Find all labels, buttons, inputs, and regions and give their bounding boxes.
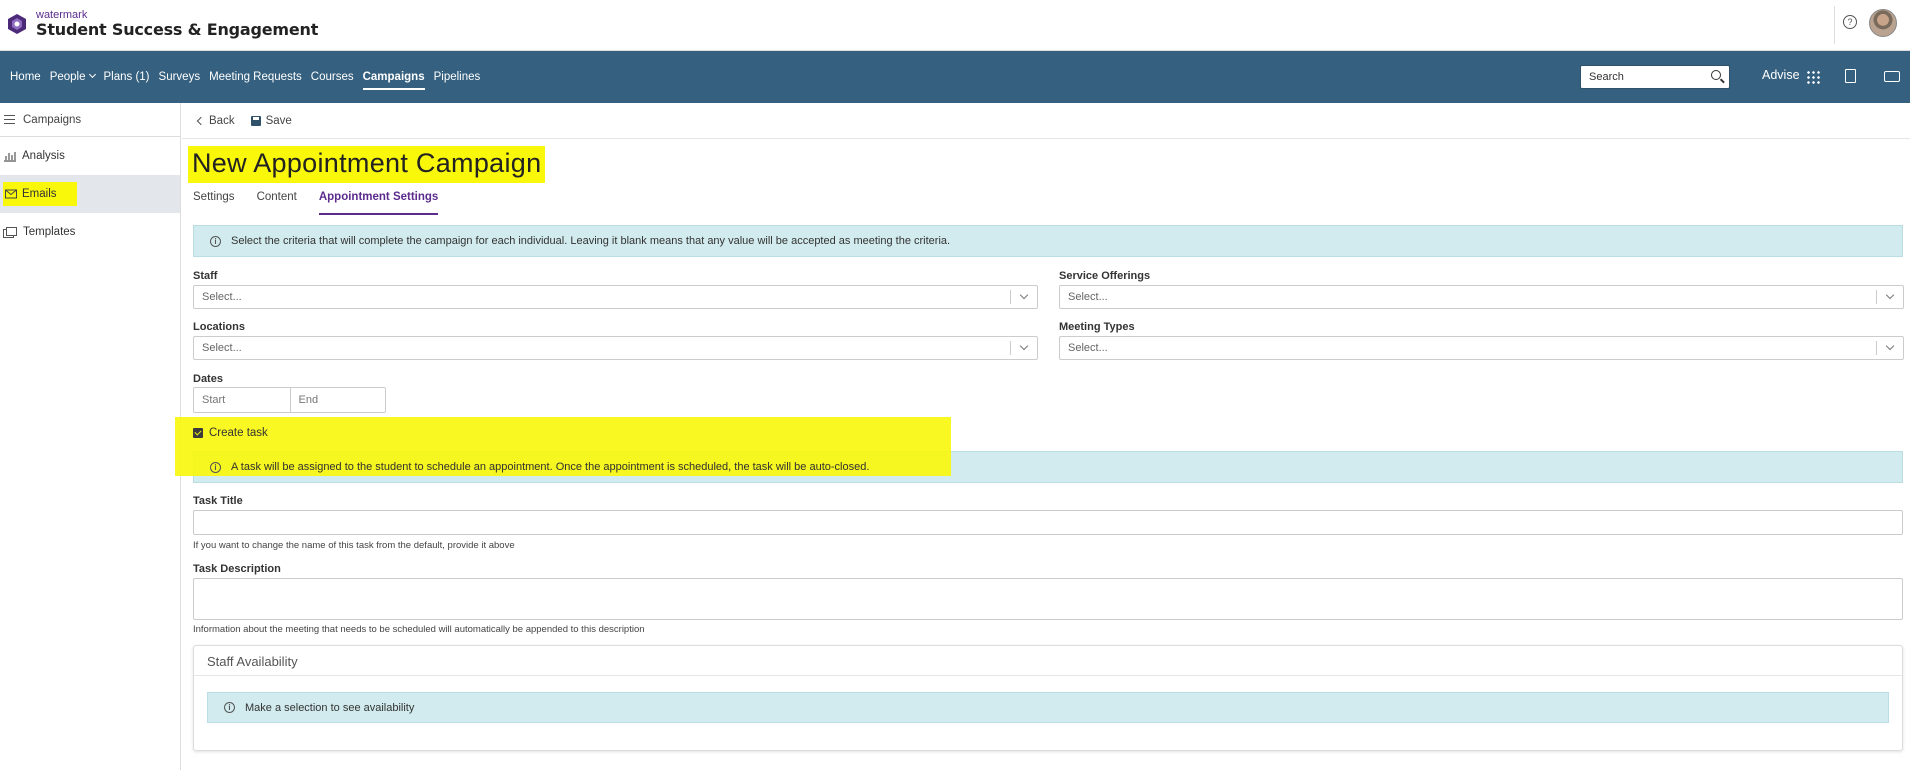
nav-plans[interactable]: Plans (1) — [104, 51, 150, 103]
info-icon: i — [224, 702, 235, 713]
main-content: Back Save New Appointment Campaign Setti… — [175, 103, 1910, 770]
availability-info-text: Make a selection to see availability — [245, 701, 415, 714]
task-info-overlay: i A task will be assigned to the student… — [193, 451, 1903, 483]
tab-content[interactable]: Content — [257, 191, 297, 217]
task-description-textarea[interactable] — [193, 578, 1903, 620]
select-separator — [1010, 341, 1011, 355]
app-title: Student Success & Engagement — [36, 20, 319, 39]
create-task-label: Create task — [209, 427, 268, 439]
emails-highlight: Emails — [3, 182, 77, 206]
help-icon[interactable]: ? — [1843, 15, 1857, 29]
create-task-row[interactable]: Create task — [193, 427, 268, 439]
date-range: Start End — [193, 387, 386, 413]
sidebar-item-analysis[interactable]: Analysis — [0, 137, 180, 175]
staff-availability-panel: Staff Availability i Make a selection to… — [193, 645, 1903, 751]
task-description-label: Task Description — [193, 563, 281, 575]
back-button[interactable]: Back — [196, 114, 235, 127]
select-separator — [1010, 290, 1011, 304]
service-offerings-placeholder: Select... — [1068, 291, 1108, 303]
app-logo[interactable]: watermark Student Success & Engagement — [6, 9, 318, 39]
sidebar-item-emails[interactable]: Emails — [0, 175, 180, 213]
avatar[interactable] — [1869, 9, 1897, 37]
info-icon: i — [210, 461, 221, 473]
locations-select[interactable]: Select... — [193, 336, 1038, 360]
select-separator — [1876, 341, 1877, 355]
nav-campaigns[interactable]: Campaigns — [362, 51, 425, 103]
back-label: Back — [209, 114, 235, 127]
save-button[interactable]: Save — [250, 114, 292, 127]
end-date-input[interactable]: End — [289, 388, 386, 412]
nav-pipelines[interactable]: Pipelines — [434, 51, 481, 103]
search-input[interactable]: Search — [1580, 65, 1730, 89]
task-info-text: A task will be assigned to the student t… — [231, 461, 870, 473]
availability-info-alert: i Make a selection to see availability — [207, 692, 1889, 723]
app-grid-icon[interactable] — [1806, 70, 1820, 84]
meeting-types-select[interactable]: Select... — [1059, 336, 1904, 360]
chevron-down-icon — [1019, 290, 1029, 300]
tab-bar: Settings Content Appointment Settings — [193, 191, 460, 217]
action-bar: Back Save — [182, 103, 1910, 139]
service-offerings-label: Service Offerings — [1059, 270, 1151, 282]
staff-label: Staff — [193, 270, 218, 282]
create-task-checkbox[interactable] — [193, 428, 203, 438]
nav-home[interactable]: Home — [10, 51, 41, 103]
panel-title: Staff Availability — [194, 646, 1902, 676]
chevron-left-icon — [196, 116, 206, 125]
locations-placeholder: Select... — [202, 342, 242, 354]
header-divider — [1834, 6, 1835, 44]
envelope-icon — [5, 189, 17, 199]
nav-courses[interactable]: Courses — [311, 51, 354, 103]
nav-people[interactable]: People — [49, 51, 96, 103]
info-icon: i — [210, 235, 221, 247]
criteria-info-alert: i Select the criteria that will complete… — [193, 225, 1903, 257]
staff-placeholder: Select... — [202, 291, 242, 303]
nav-surveys[interactable]: Surveys — [159, 51, 201, 103]
tab-appointment-settings[interactable]: Appointment Settings — [318, 191, 439, 217]
tab-settings[interactable]: Settings — [193, 191, 235, 217]
sidebar-item-templates[interactable]: Templates — [0, 213, 180, 251]
menu-icon[interactable] — [4, 115, 15, 124]
chevron-down-icon — [1885, 341, 1895, 351]
dates-label: Dates — [193, 373, 223, 385]
templates-icon — [3, 226, 17, 238]
document-icon[interactable] — [1845, 69, 1856, 83]
task-title-input[interactable] — [193, 510, 1903, 535]
sidebar-item-label: Emails — [22, 188, 57, 200]
staff-select[interactable]: Select... — [193, 285, 1038, 309]
select-separator — [1876, 290, 1877, 304]
task-title-help: If you want to change the name of this t… — [193, 540, 515, 551]
meeting-types-placeholder: Select... — [1068, 342, 1108, 354]
bar-chart-icon — [4, 152, 16, 162]
page-title: New Appointment Campaign — [192, 148, 542, 178]
save-label: Save — [265, 114, 292, 127]
sidebar-item-label: Analysis — [22, 150, 65, 162]
sidebar-header[interactable]: Campaigns — [0, 103, 180, 137]
search-icon[interactable] — [1711, 70, 1721, 80]
chevron-down-icon — [1019, 341, 1029, 351]
inbox-icon[interactable] — [1884, 71, 1900, 82]
save-icon — [250, 115, 261, 126]
top-header: watermark Student Success & Engagement ? — [0, 0, 1910, 51]
nav-people-label: People — [49, 71, 86, 83]
title-highlight: New Appointment Campaign — [188, 146, 546, 183]
institution-logo — [1728, 8, 1778, 42]
service-offerings-select[interactable]: Select... — [1059, 285, 1904, 309]
start-date-input[interactable]: Start — [194, 388, 290, 412]
sidebar: Campaigns Analysis Emails Templates — [0, 103, 181, 770]
nav-meeting-requests[interactable]: Meeting Requests — [209, 51, 302, 103]
locations-label: Locations — [193, 321, 245, 333]
task-description-help: Information about the meeting that needs… — [193, 624, 645, 635]
chevron-down-icon — [1885, 290, 1895, 300]
chevron-down-icon — [88, 70, 96, 79]
sidebar-item-label: Templates — [23, 226, 76, 238]
sidebar-title: Campaigns — [23, 113, 82, 126]
watermark-logo-icon — [8, 14, 26, 34]
criteria-info-text: Select the criteria that will complete t… — [231, 235, 951, 247]
advise-menu[interactable]: Advise — [1762, 68, 1800, 82]
task-title-label: Task Title — [193, 495, 243, 507]
search-placeholder: Search — [1589, 71, 1624, 83]
meeting-types-label: Meeting Types — [1059, 321, 1135, 333]
